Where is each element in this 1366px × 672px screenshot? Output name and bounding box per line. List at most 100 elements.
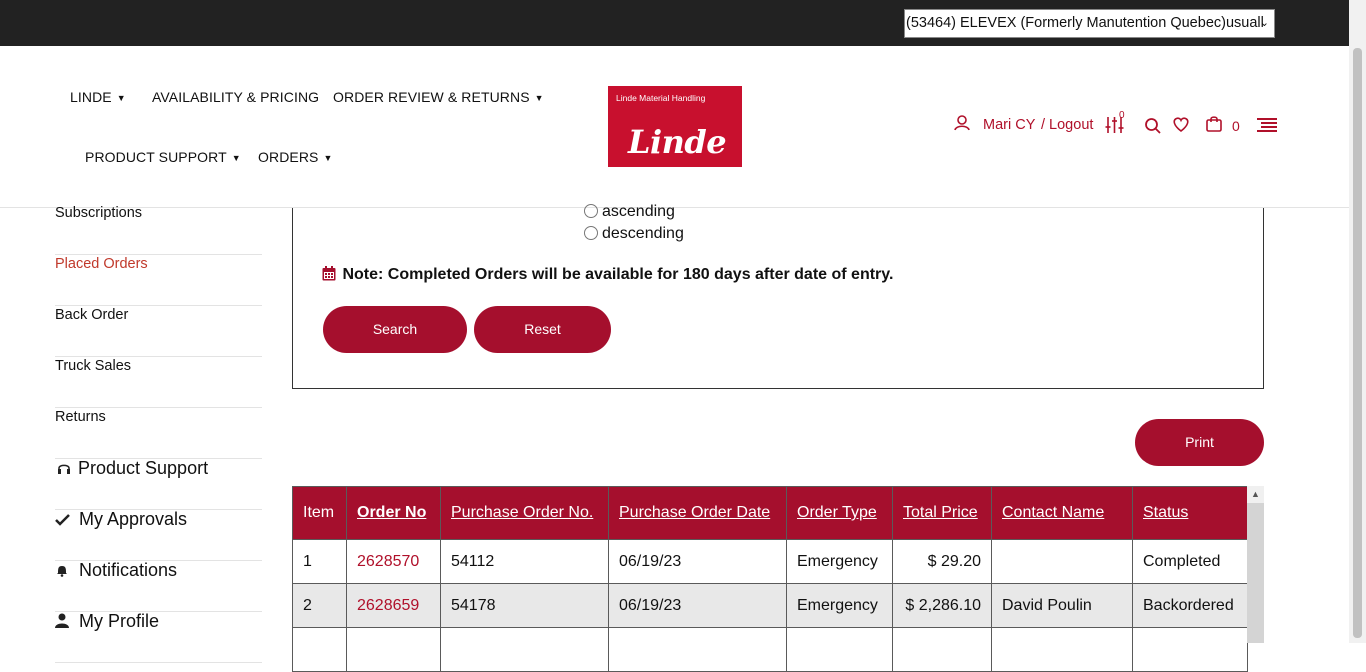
cart-icon[interactable]	[1205, 115, 1223, 138]
nav-orders[interactable]: ORDERS ▼	[258, 149, 333, 165]
cell-purchase-order-no	[440, 627, 609, 672]
sidebar-item-subscriptions[interactable]: Subscriptions	[55, 204, 262, 255]
col-order-type[interactable]: Order Type	[786, 486, 893, 540]
user-icon[interactable]	[953, 114, 971, 137]
col-purchase-order-no[interactable]: Purchase Order No.	[440, 486, 609, 540]
cell-order-type	[786, 627, 893, 672]
scroll-up-arrow-icon[interactable]: ▲	[1247, 486, 1264, 503]
headset-icon	[58, 464, 70, 474]
heart-icon[interactable]	[1172, 116, 1190, 138]
cell-contact-name	[991, 539, 1133, 584]
chevron-down-icon: ⌄	[1259, 17, 1269, 29]
sidebar-item-label: Placed Orders	[55, 256, 148, 272]
col-contact-name[interactable]: Contact Name	[991, 486, 1133, 540]
col-order-no[interactable]: Order No	[346, 486, 441, 540]
order-search-panel	[292, 208, 1264, 389]
chevron-down-icon: ▼	[323, 153, 333, 163]
nav-linde[interactable]: LINDE ▼	[70, 89, 126, 105]
nav-product-support[interactable]: PRODUCT SUPPORT ▼	[85, 149, 241, 165]
sidebar-item-notifications[interactable]: Notifications	[55, 560, 262, 612]
logout-link[interactable]: / Logout	[1041, 117, 1093, 133]
reset-button[interactable]: Reset	[474, 306, 611, 353]
table-scrollbar[interactable]: ▲	[1247, 486, 1264, 643]
cell-total-price: $ 29.20	[892, 539, 992, 584]
nav-linde-label: LINDE	[70, 89, 112, 105]
account-select[interactable]: (53464) ELEVEX (Formerly Manutention Que…	[904, 9, 1275, 38]
sidebar-item-label: My Approvals	[79, 509, 188, 529]
cell-contact-name	[991, 627, 1133, 672]
order-no-link[interactable]: 2628659	[346, 583, 441, 628]
cell-contact-name: David Poulin	[991, 583, 1133, 628]
sidebar-item-label: Product Support	[78, 458, 209, 478]
cell-total-price	[892, 627, 992, 672]
col-status[interactable]: Status	[1132, 486, 1248, 540]
cell-status: Completed	[1132, 539, 1248, 584]
page-scrollbar[interactable]	[1349, 0, 1366, 643]
order-no-link[interactable]: 2628570	[346, 539, 441, 584]
sort-descending-radio[interactable]: descending	[584, 225, 684, 243]
table-header-row: Item Order No Purchase Order No. Purchas…	[292, 486, 1248, 540]
linde-logo[interactable]: Linde Material Handling Linde	[608, 86, 742, 167]
col-item: Item	[292, 486, 347, 540]
cell-purchase-order-date: 06/19/23	[608, 583, 787, 628]
sidebar-item-my-approvals[interactable]: My Approvals	[55, 509, 262, 561]
search-icon[interactable]	[1144, 117, 1162, 140]
sort-ascending-label: ascending	[602, 203, 675, 220]
completed-orders-note: Note: Completed Orders will be available…	[322, 266, 893, 284]
chevron-down-icon: ▼	[116, 93, 126, 103]
top-bar: (53464) ELEVEX (Formerly Manutention Que…	[0, 0, 1349, 46]
sidebar-item-my-profile[interactable]: My Profile	[55, 611, 262, 663]
sidebar-item-label: Subscriptions	[55, 205, 143, 221]
checkmark-icon	[55, 514, 70, 526]
sidebar-item-placed-orders[interactable]: Placed Orders	[55, 255, 262, 306]
print-button[interactable]: Print	[1135, 419, 1264, 466]
cell-order-type: Emergency	[786, 583, 893, 628]
account-select-value: (53464) ELEVEX (Formerly Manutention Que…	[906, 15, 1264, 31]
nav-availability-label: AVAILABILITY & PRICING	[152, 89, 320, 105]
logo-wordmark: Linde	[628, 123, 727, 161]
cart-count: 0	[1232, 118, 1240, 134]
sort-ascending-radio[interactable]: ascending	[584, 203, 675, 221]
sidebar-item-back-order[interactable]: Back Order	[55, 306, 262, 357]
table-row	[292, 627, 1248, 672]
bell-icon	[57, 566, 67, 577]
cell-item: 1	[292, 539, 347, 584]
sidebar-item-truck-sales[interactable]: Truck Sales	[55, 357, 262, 408]
orders-table: Item Order No Purchase Order No. Purchas…	[292, 486, 1248, 672]
cell-item: 2	[292, 583, 347, 628]
cell-purchase-order-no: 54178	[440, 583, 609, 628]
sidebar-item-label: My Profile	[79, 611, 160, 631]
note-text: Note: Completed Orders will be available…	[342, 266, 894, 283]
nav-availability-pricing[interactable]: AVAILABILITY & PRICING	[152, 89, 319, 105]
nav-product-support-label: PRODUCT SUPPORT	[85, 149, 227, 165]
sidebar-item-label: Returns	[55, 409, 106, 425]
table-row: 1 2628570 54112 06/19/23 Emergency $ 29.…	[292, 539, 1248, 584]
radio-circle	[584, 204, 598, 218]
chevron-down-icon: ▼	[231, 153, 241, 163]
cell-item	[292, 627, 347, 672]
chevron-down-icon: ▼	[534, 93, 544, 103]
sidebar-item-label: Notifications	[79, 560, 178, 580]
cell-status	[1132, 627, 1248, 672]
cell-total-price: $ 2,286.10	[892, 583, 992, 628]
search-button[interactable]: Search	[323, 306, 467, 353]
sidebar-item-returns[interactable]: Returns	[55, 408, 262, 459]
sidebar-item-product-support[interactable]: Product Support	[55, 458, 262, 510]
nav-orders-label: ORDERS	[258, 149, 319, 165]
calendar-icon	[322, 266, 336, 281]
sort-descending-label: descending	[602, 225, 684, 242]
user-name-link[interactable]: Mari CY	[983, 117, 1035, 133]
page-scrollbar-thumb[interactable]	[1353, 48, 1362, 638]
col-purchase-order-date[interactable]: Purchase Order Date	[608, 486, 787, 540]
col-total-price[interactable]: Total Price	[892, 486, 992, 540]
table-row: 2 2628659 54178 06/19/23 Emergency $ 2,2…	[292, 583, 1248, 628]
cell-status: Backordered	[1132, 583, 1248, 628]
user-icon	[55, 613, 69, 628]
nav-order-review-label: ORDER REVIEW & RETURNS	[333, 89, 530, 105]
menu-icon[interactable]	[1257, 118, 1277, 137]
logo-tagline: Linde Material Handling	[616, 93, 706, 103]
cell-purchase-order-date: 06/19/23	[608, 539, 787, 584]
nav-order-review-returns[interactable]: ORDER REVIEW & RETURNS ▼	[333, 89, 544, 105]
compare-count: 0	[1119, 110, 1125, 121]
sidebar-item-label: Truck Sales	[55, 358, 132, 374]
